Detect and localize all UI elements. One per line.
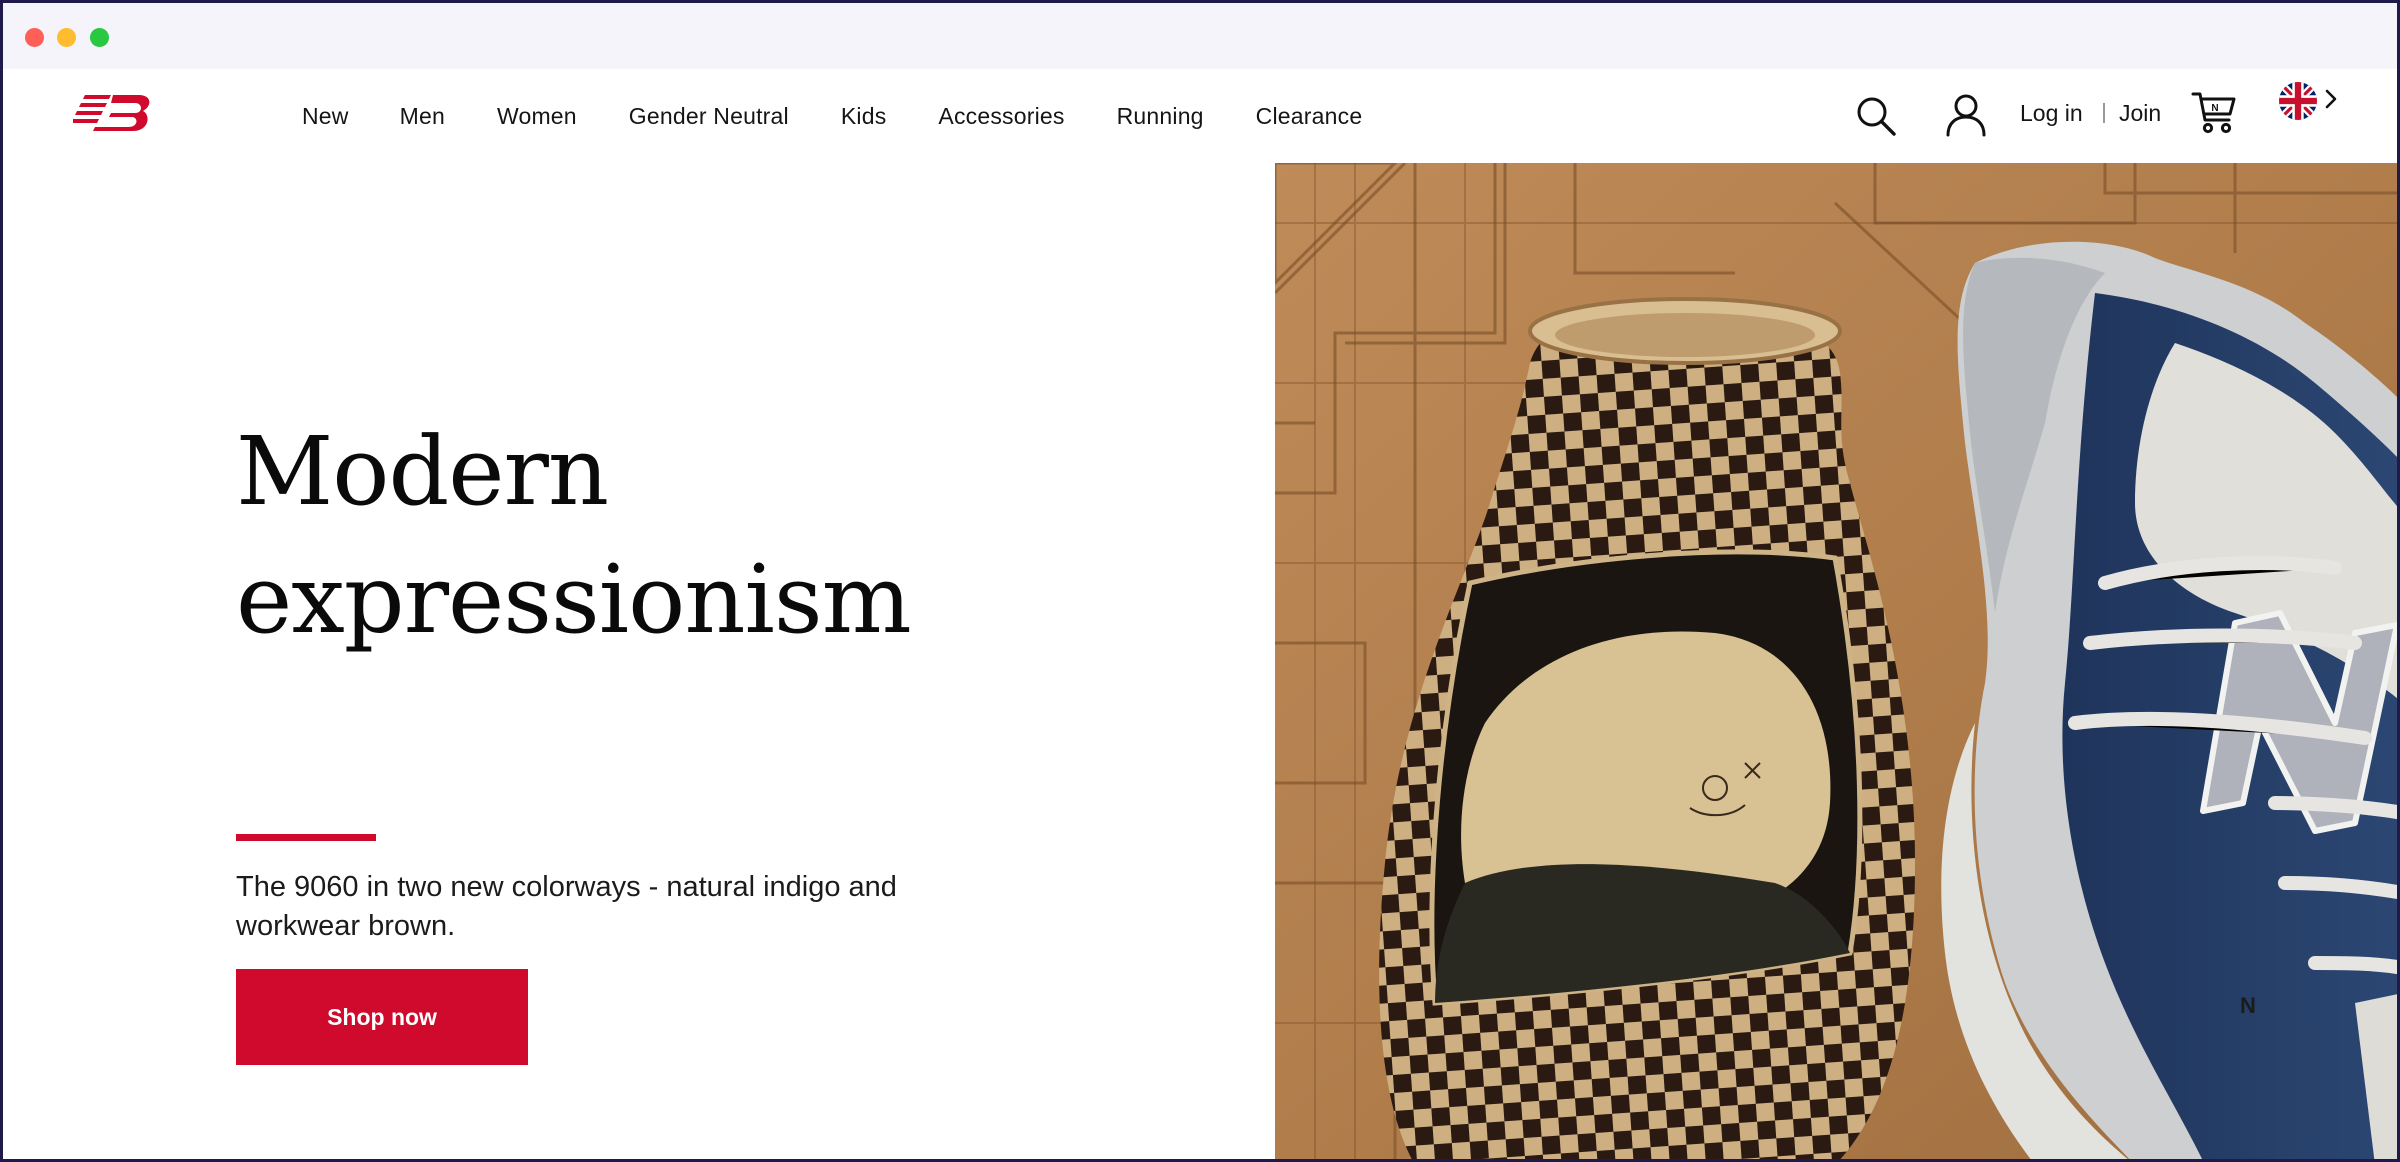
chevron-right-icon[interactable] [2323, 88, 2339, 110]
hero-accent-divider [236, 834, 376, 841]
site-header: New Men Women Gender Neutral Kids Access… [3, 69, 2397, 164]
hero-headline-line-2: expressionism [236, 545, 912, 655]
shop-now-button[interactable]: Shop now [236, 969, 528, 1065]
user-icon[interactable] [1945, 93, 1987, 137]
join-link[interactable]: Join [2119, 100, 2161, 127]
vase-and-sneaker-photo: N [1275, 163, 2397, 1159]
hero-headline-line-1: Modern [236, 417, 609, 527]
primary-navigation: New Men Women Gender Neutral Kids Access… [302, 69, 1414, 163]
nav-item-running[interactable]: Running [1117, 103, 1204, 130]
nav-item-men[interactable]: Men [400, 103, 445, 130]
nav-item-kids[interactable]: Kids [841, 103, 887, 130]
hero-subcopy: The 9060 in two new colorways - natural … [236, 871, 897, 942]
close-window-button[interactable] [25, 28, 44, 47]
maximize-window-button[interactable] [90, 28, 109, 47]
browser-window: New Men Women Gender Neutral Kids Access… [0, 0, 2400, 1162]
account-divider [2103, 103, 2105, 123]
new-balance-logo-icon [71, 95, 150, 131]
window-titlebar [3, 3, 2397, 69]
brand-logo[interactable] [71, 91, 153, 135]
search-icon[interactable] [1855, 95, 1897, 137]
nav-item-women[interactable]: Women [497, 103, 577, 130]
hero-headline: Modern expressionism [236, 408, 996, 664]
uk-flag-icon[interactable] [2279, 82, 2317, 120]
nav-item-clearance[interactable]: Clearance [1256, 103, 1363, 130]
hero-image[interactable]: N [1275, 163, 2397, 1159]
minimize-window-button[interactable] [57, 28, 76, 47]
nav-item-gender-neutral[interactable]: Gender Neutral [629, 103, 789, 130]
nav-item-new[interactable]: New [302, 103, 349, 130]
nav-item-accessories[interactable]: Accessories [938, 103, 1064, 130]
login-link[interactable]: Log in [2020, 100, 2083, 127]
cart-icon[interactable]: N [2191, 89, 2237, 135]
svg-text:N: N [2211, 103, 2218, 114]
